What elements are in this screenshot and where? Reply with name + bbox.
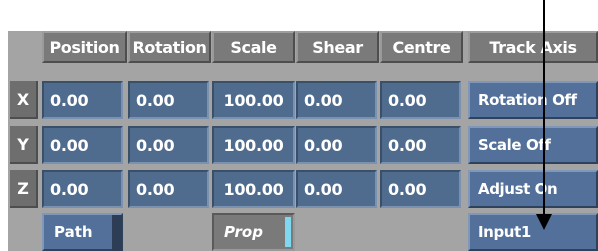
position-y-field[interactable]: 0.00	[42, 126, 123, 164]
position-header: Position	[42, 31, 127, 63]
scale-z-field[interactable]: 100.00	[212, 170, 295, 208]
scale-header: Scale	[212, 31, 295, 63]
rotation-header: Rotation	[128, 31, 211, 63]
shear-z-field[interactable]: 0.00	[296, 170, 377, 208]
centre-x-field[interactable]: 0.00	[380, 81, 461, 119]
centre-y-field[interactable]: 0.00	[380, 126, 461, 164]
position-x-field[interactable]: 0.00	[42, 81, 123, 119]
centre-header: Centre	[380, 31, 463, 63]
prop-indicator	[285, 217, 291, 247]
path-button[interactable]: Path	[42, 213, 123, 251]
row-label-x: X	[10, 81, 38, 119]
track-axis-header: Track Axis	[468, 31, 598, 63]
shear-header: Shear	[296, 31, 379, 63]
rotation-z-field[interactable]: 0.00	[128, 170, 209, 208]
transform-panel: Position Rotation Scale Shear Centre Tra…	[8, 31, 598, 251]
adjust-on-button[interactable]: Adjust On	[468, 170, 598, 208]
rotation-x-field[interactable]: 0.00	[128, 81, 209, 119]
scale-x-field[interactable]: 100.00	[212, 81, 295, 119]
path-button-edge	[112, 215, 122, 251]
shear-x-field[interactable]: 0.00	[296, 81, 377, 119]
rotation-y-field[interactable]: 0.00	[128, 126, 209, 164]
row-label-z: Z	[10, 170, 38, 208]
position-z-field[interactable]: 0.00	[42, 170, 123, 208]
scale-off-button[interactable]: Scale Off	[468, 126, 598, 164]
row-label-y: Y	[10, 126, 38, 164]
shear-y-field[interactable]: 0.00	[296, 126, 377, 164]
prop-toggle[interactable]: Prop	[212, 213, 295, 251]
scale-y-field[interactable]: 100.00	[212, 126, 295, 164]
rotation-off-button[interactable]: Rotation Off	[468, 81, 598, 119]
input-button[interactable]: Input1	[468, 213, 598, 251]
centre-z-field[interactable]: 0.00	[380, 170, 461, 208]
